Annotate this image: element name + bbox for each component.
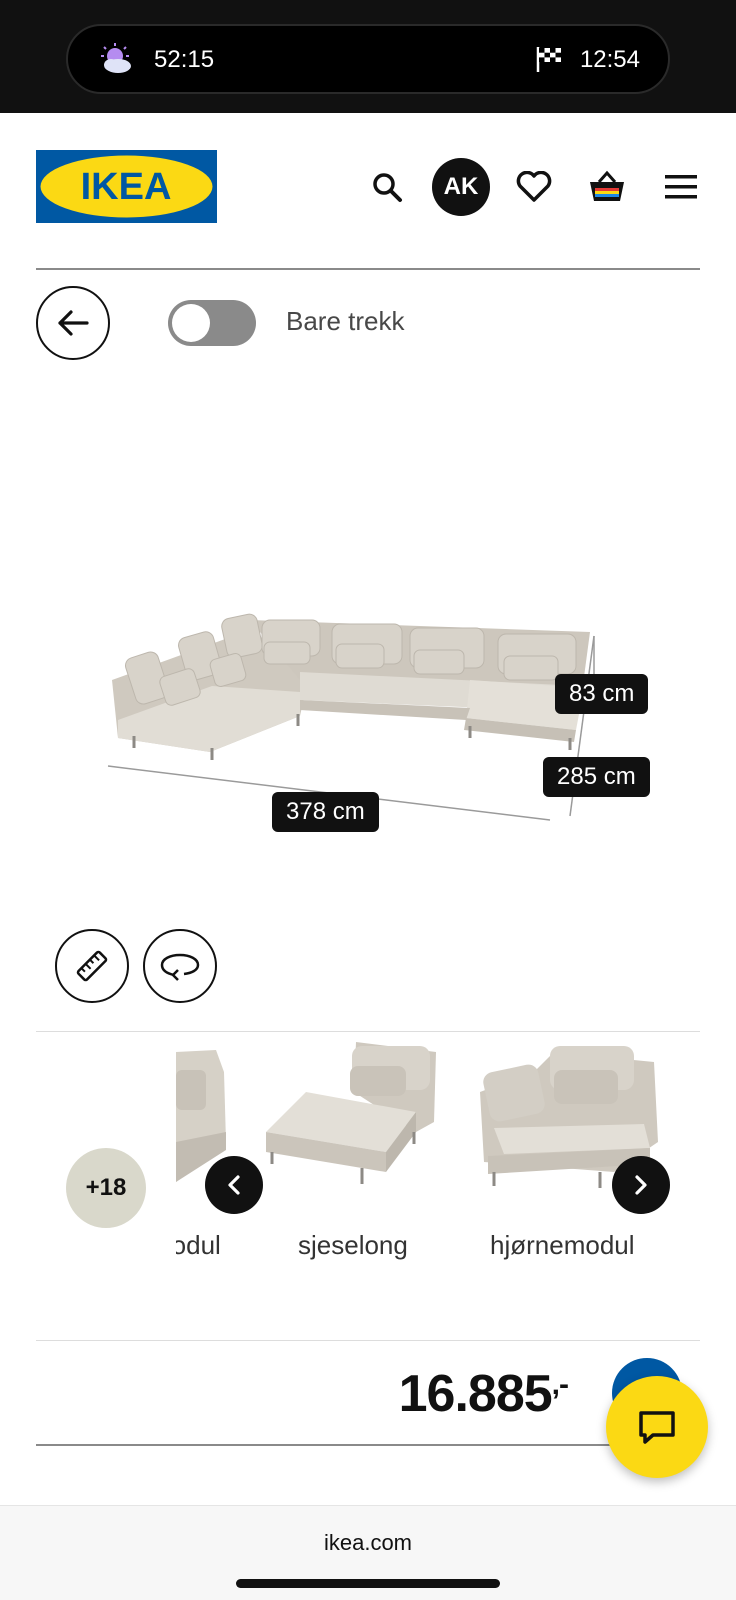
ikea-logo[interactable]: IKEA <box>36 150 217 223</box>
price-amount: 16.885 <box>398 1365 553 1423</box>
dynamic-island: 52:15 12:54 <box>66 24 670 94</box>
hamburger-menu-icon[interactable] <box>652 158 710 216</box>
depth-dimension-label: 285 cm <box>543 757 650 797</box>
browser-address-bar: ikea.com <box>0 1505 736 1600</box>
covers-only-label: Bare trekk <box>286 306 405 336</box>
chat-icon <box>639 1411 675 1444</box>
carousel-item-label: sjeselong <box>298 1230 408 1260</box>
heart-icon[interactable] <box>505 158 563 216</box>
carousel-next-button[interactable] <box>612 1156 670 1214</box>
site-header: IKEA AK <box>0 113 736 269</box>
chevron-right-icon <box>635 1175 647 1195</box>
ikea-logo-text: IKEA <box>81 166 172 208</box>
carousel-prev-button[interactable] <box>205 1156 263 1214</box>
width-dimension-label: 378 cm <box>272 792 379 832</box>
carousel-item-corner[interactable]: hjørnemodul <box>474 1032 664 1262</box>
chaise-longue-image <box>266 1042 436 1184</box>
checkered-flag-icon <box>536 47 561 72</box>
carousel-item-label: hjørnemodul <box>490 1230 635 1260</box>
shopping-basket-icon[interactable] <box>578 158 636 216</box>
price-divider-bottom <box>36 1444 700 1446</box>
toggle-knob <box>172 304 210 342</box>
height-dimension-label: 83 cm <box>555 674 649 714</box>
module-carousel: +18 modul sjeselong h <box>0 1032 736 1322</box>
search-icon[interactable] <box>358 158 416 216</box>
carousel-item-chaise[interactable]: sjeselong <box>266 1032 446 1262</box>
chat-button[interactable] <box>606 1376 708 1478</box>
carousel-item-module[interactable]: modul <box>176 1032 246 1262</box>
arrow-left-icon <box>58 310 89 336</box>
back-button[interactable] <box>36 286 110 360</box>
more-modules-badge[interactable]: +18 <box>66 1148 146 1228</box>
rotate-button[interactable] <box>143 929 217 1003</box>
total-price: 16.885,- <box>398 1364 569 1424</box>
weather-icon <box>101 43 131 73</box>
ikea-logo-mark: IKEA <box>40 155 213 218</box>
price-suffix: ,- <box>551 1368 569 1401</box>
rotate-360-icon <box>160 953 200 981</box>
home-indicator[interactable] <box>236 1579 500 1588</box>
product-3d-view[interactable]: 83 cm 285 cm 378 cm <box>0 380 736 900</box>
covers-only-toggle[interactable] <box>168 300 256 346</box>
status-time-left: 52:15 <box>154 46 215 73</box>
status-bar: 52:15 12:54 <box>0 0 736 113</box>
chevron-left-icon <box>228 1175 240 1195</box>
status-time-right: 12:54 <box>579 46 640 73</box>
page-url[interactable]: ikea.com <box>0 1530 736 1556</box>
ruler-icon <box>76 950 108 982</box>
measure-button[interactable] <box>55 929 129 1003</box>
carousel-item-label: modul <box>176 1230 221 1260</box>
avatar[interactable]: AK <box>432 158 490 216</box>
header-divider <box>36 268 700 270</box>
